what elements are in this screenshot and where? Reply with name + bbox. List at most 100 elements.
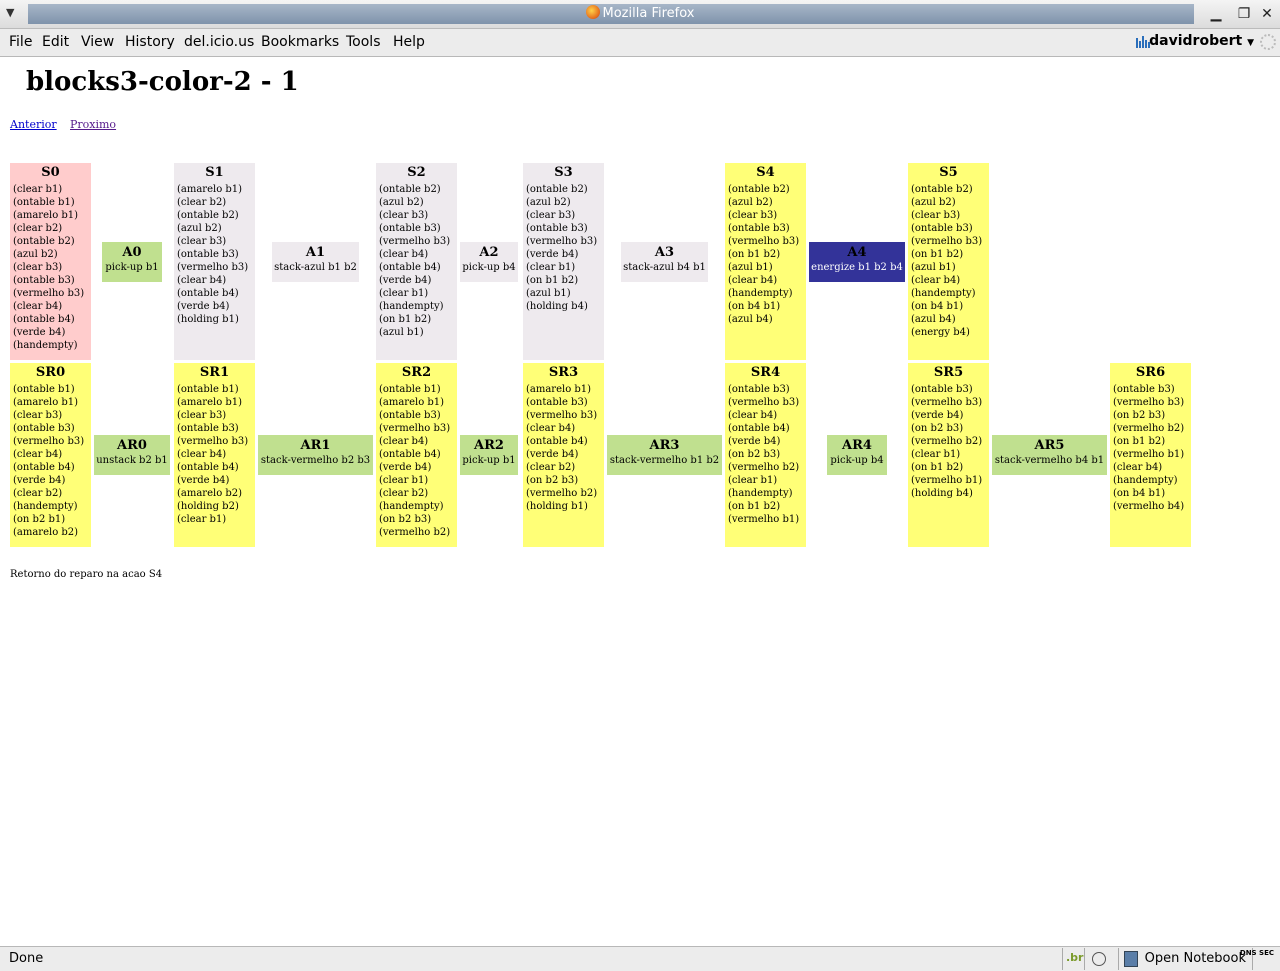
menu-history[interactable]: History	[125, 34, 175, 50]
fact-item: (clear b4)	[728, 275, 778, 286]
menu-help[interactable]: Help	[393, 34, 425, 50]
state-facts: (amarelo b1) (clear b2) (ontable b2) (azul …	[177, 183, 252, 326]
action-name: A3	[654, 245, 675, 260]
fact-item: (vermelho b2)	[379, 527, 451, 538]
fact-item: (ontable b1)	[379, 384, 441, 395]
state-name: S1	[205, 165, 224, 180]
fact-item: (on b2 b3)	[911, 423, 964, 434]
fact-item: (amarelo b1)	[379, 397, 445, 408]
fact-item: (holding b1)	[526, 501, 588, 512]
fact-item: (clear b4)	[379, 249, 429, 260]
status-divider	[1118, 948, 1119, 970]
menu-bookmarks[interactable]: Bookmarks	[261, 34, 339, 50]
user-menu[interactable]: davidrobert ▼	[1149, 33, 1254, 49]
action-box: AR0 unstack b2 b1	[94, 435, 170, 475]
fact-item: (clear b4)	[13, 301, 63, 312]
fact-item: (vermelho b3)	[13, 436, 85, 447]
state-facts: (ontable b2) (azul b2) (clear b3) (ontable …	[526, 183, 601, 313]
dnssec-indicator[interactable]: DNS SEC	[1240, 949, 1274, 958]
fact-item: (ontable b3)	[728, 223, 790, 234]
fact-item: (ontable b3)	[379, 223, 441, 234]
state-box: S1 (amarelo b1) (clear b2) (ontable b2) (az…	[174, 163, 255, 360]
fact-item: (vermelho b2)	[728, 462, 800, 473]
fact-item: (handempty)	[728, 488, 793, 499]
fact-item: (handempty)	[379, 501, 444, 512]
fact-item: (clear b3)	[13, 410, 63, 421]
fact-item: (on b2 b3)	[1113, 410, 1166, 421]
fact-item: (clear b4)	[911, 275, 961, 286]
state-box: SR5 (ontable b3) (vermelho b3) (verde b4)(…	[908, 363, 989, 547]
fact-item: (clear b3)	[177, 410, 227, 421]
action-name: AR4	[842, 438, 872, 453]
state-box: S4 (ontable b2) (azul b2) (clear b3) (ontab…	[725, 163, 806, 360]
state-box: SR1 (ontable b1) (amarelo b1) (clear b3) (o…	[174, 363, 255, 547]
state-facts: (ontable b1) (amarelo b1) (ontable b3) (ver…	[379, 383, 454, 539]
fact-item: (vermelho b3)	[728, 397, 800, 408]
state-facts: (ontable b2) (azul b2) (clear b3) (ontable …	[728, 183, 803, 326]
fact-item: (clear b1)	[379, 475, 429, 486]
action-label: pick-up b1	[462, 455, 516, 466]
action-box: A0 pick-up b1	[102, 242, 162, 282]
fact-item: (amarelo b1)	[13, 397, 79, 408]
state-box: S0 (clear b1) (ontable b1) (amarelo b1) (cl…	[10, 163, 91, 360]
menu-delicious[interactable]: del.icio.us	[184, 34, 254, 50]
action-name: AR5	[1034, 438, 1065, 453]
fact-item: (on b1 b2)	[728, 249, 781, 260]
fact-item: (clear b2)	[526, 462, 576, 473]
minimize-icon[interactable]: ▁	[1208, 6, 1224, 22]
open-notebook-button[interactable]: Open Notebook	[1145, 951, 1246, 966]
fact-item: (on b2 b3)	[728, 449, 781, 460]
action-name: A0	[122, 245, 142, 260]
fact-item: (vermelho b2)	[911, 436, 983, 447]
fact-item: (clear b1)	[13, 184, 63, 195]
state-name: S0	[41, 165, 60, 180]
next-link[interactable]: Proximo	[70, 118, 116, 131]
fact-item: (azul b4)	[911, 314, 956, 325]
user-name: davidrobert	[1149, 33, 1243, 49]
fact-item: (ontable b4)	[13, 314, 75, 325]
maximize-icon[interactable]: ❐	[1236, 6, 1252, 22]
fact-item: (handempty)	[13, 501, 78, 512]
menu-edit[interactable]: Edit	[42, 34, 69, 50]
fact-item: (on b1 b2)	[911, 249, 964, 260]
fact-item: (on b1 b2)	[728, 501, 781, 512]
fact-item: (ontable b2)	[728, 184, 790, 195]
throbber-icon	[1260, 34, 1276, 50]
prev-link[interactable]: Anterior	[10, 118, 57, 131]
br-indicator[interactable]: .br	[1066, 951, 1083, 964]
smiley-icon[interactable]	[1092, 952, 1106, 966]
fact-item: (vermelho b3)	[911, 236, 983, 247]
fact-item: (ontable b2)	[379, 184, 441, 195]
fact-item: (azul b1)	[728, 262, 773, 273]
action-name: AR2	[474, 438, 504, 453]
status-divider	[1062, 948, 1063, 970]
action-box: A1 stack-azul b1 b2	[272, 242, 359, 282]
window-titlebar: ▼ Mozilla Firefox ▁ ❐ ✕	[0, 0, 1280, 29]
fact-item: (clear b4)	[728, 410, 778, 421]
state-box: SR3 (amarelo b1) (ontable b3) (vermelho b3…	[523, 363, 604, 547]
fact-item: (on b2 b3)	[379, 514, 432, 525]
action-label: unstack b2 b1	[96, 455, 168, 466]
fact-item: (clear b4)	[177, 275, 227, 286]
fact-item: (handempty)	[13, 340, 78, 351]
action-box: AR5 stack-vermelho b4 b1	[992, 435, 1107, 475]
state-name: SR5	[933, 365, 964, 380]
fact-item: (on b4 b1)	[1113, 488, 1166, 499]
menu-file[interactable]: File	[9, 34, 32, 50]
action-name: A4	[847, 245, 867, 260]
fact-item: (ontable b4)	[379, 262, 441, 273]
fact-item: (azul b1)	[379, 327, 424, 338]
menu-tools[interactable]: Tools	[346, 34, 381, 50]
fact-item: (verde b4)	[728, 436, 781, 447]
close-icon[interactable]: ✕	[1259, 6, 1275, 22]
fact-item: (ontable b3)	[911, 223, 973, 234]
fact-item: (ontable b1)	[13, 197, 75, 208]
fact-item: (vermelho b3)	[177, 436, 249, 447]
fact-item: (clear b3)	[177, 236, 227, 247]
nav-next: Proximo	[70, 118, 116, 131]
state-name: S5	[939, 165, 958, 180]
state-box: SR6 (ontable b3) (vermelho b3) (on b2 b3)(…	[1110, 363, 1191, 547]
fact-item: (ontable b3)	[13, 275, 75, 286]
menu-view[interactable]: View	[81, 34, 114, 50]
fact-item: (vermelho b3)	[13, 288, 85, 299]
